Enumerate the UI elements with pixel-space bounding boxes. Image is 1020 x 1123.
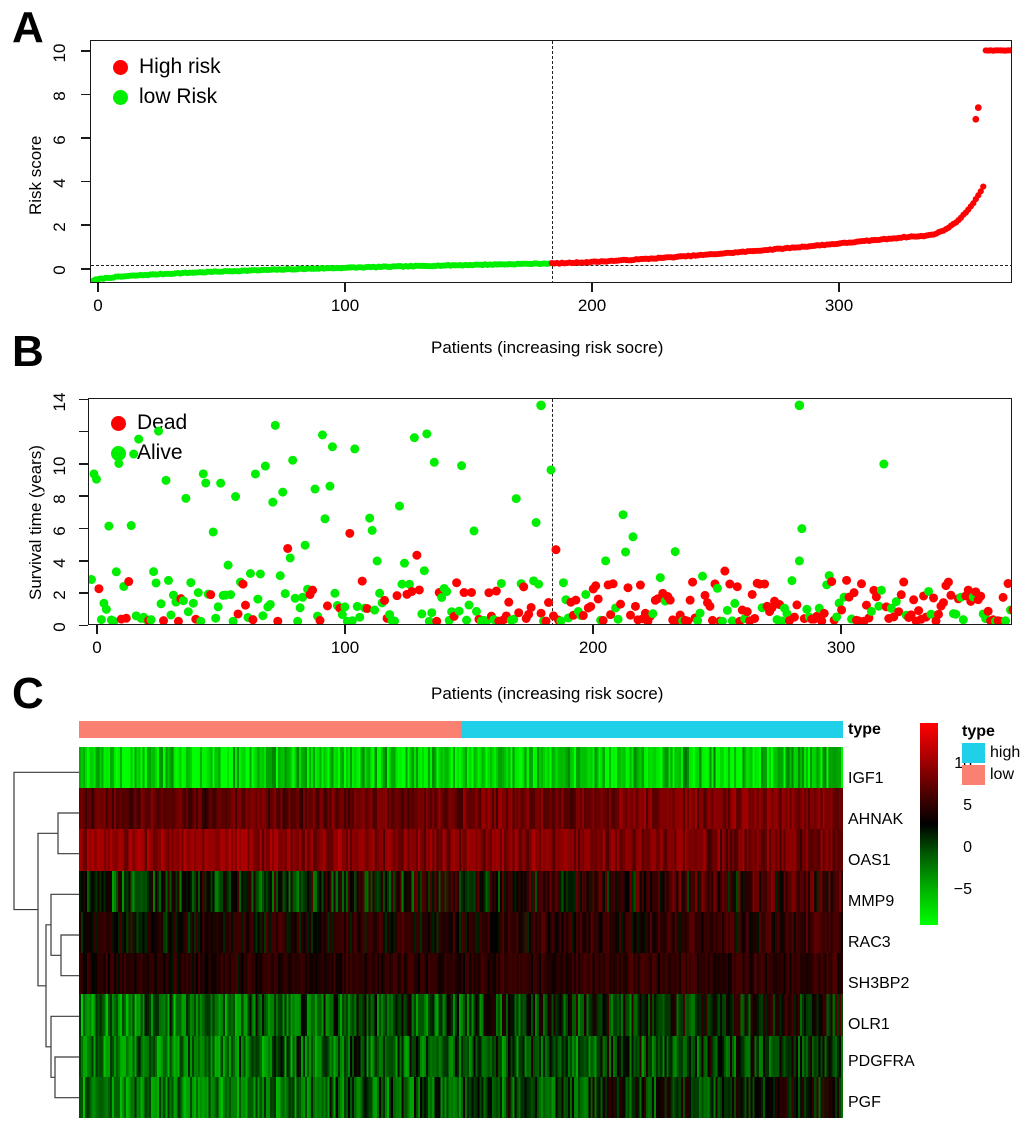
figure-canvas: A Risk score 0 2 4 6 8 10 High risk low …	[0, 0, 1020, 1123]
panel-a-xtick-mark-0	[97, 283, 99, 292]
heatmap-row-cells-mmp9	[79, 870, 843, 912]
annotation-segment-high	[461, 721, 843, 738]
panel-a-ytick-4: 4	[50, 178, 69, 188]
panel-b-ytick-mark-14	[79, 398, 88, 401]
heatmap-row-oas1	[79, 829, 843, 871]
panel-b-xtick-0: 0	[92, 638, 102, 657]
colorbar-tick-neg5: −5	[953, 881, 972, 898]
panel-b-ytick-mark-12	[79, 430, 88, 433]
heatmap-row-sh3bp2	[79, 953, 843, 995]
gene-label-pdgfra: PDGFRA	[848, 1053, 915, 1070]
gene-label-sh3bp2: SH3BP2	[848, 975, 910, 992]
panel-a-xtick-0: 0	[93, 296, 103, 315]
annotation-segment-low	[79, 721, 461, 738]
panel-b-ytick-6: 6	[50, 526, 69, 536]
panel-b-x-axis-title: Patients (increasing risk socre)	[431, 684, 664, 703]
panel-a-ytick-mark-6	[81, 137, 90, 139]
panel-a-x-axis-title: Patients (increasing risk socre)	[431, 338, 664, 357]
gene-label-rac3: RAC3	[848, 934, 891, 951]
panel-a-ytick-8: 8	[50, 91, 69, 101]
panel-a-xtick-300: 300	[824, 296, 854, 315]
panel-a-xtick-200: 200	[577, 296, 607, 315]
panel-b-ytick-4: 4	[50, 558, 69, 568]
gene-label-igf1: IGF1	[848, 770, 884, 787]
panel-b-y-axis-title: Survival time (years)	[26, 445, 45, 600]
heatmap-row-ahnak	[79, 788, 843, 830]
heatmap-row-pgf	[79, 1076, 843, 1118]
colorbar-tick-0: 0	[963, 839, 972, 856]
panel-b-ytick-mark-8	[79, 495, 88, 497]
column-annotation-bar	[79, 721, 843, 738]
panel-a-ytick-mark-8	[81, 93, 90, 96]
panel-label-a: A	[12, 3, 44, 52]
heatmap-row-pdgfra	[79, 1035, 843, 1077]
heatmap-row-cells-olr1	[79, 994, 843, 1036]
heatmap-row-cells-sh3bp2	[79, 953, 843, 995]
gene-label-olr1: OLR1	[848, 1016, 890, 1033]
panel-b-ytick-mark-6	[79, 527, 88, 530]
heatmap-row-rac3	[79, 911, 843, 954]
gene-label-pgf: PGF	[848, 1094, 881, 1111]
panel-a-xtick-mark-100	[344, 283, 346, 292]
panel-a-xtick-mark-300	[838, 283, 840, 292]
heatmap-row-cells-ahnak	[79, 788, 843, 830]
panel-b-xtick-200: 200	[578, 638, 608, 657]
colorbar-tick-5: 5	[963, 797, 972, 814]
panel-b-ytick-mark-2	[79, 592, 88, 594]
panel-a-ytick-mark-2	[81, 224, 90, 226]
panel-a-ytick-mark-4	[81, 180, 90, 183]
type-legend-swatch-low	[962, 765, 985, 785]
panel-b-xtick-mark-200	[592, 625, 594, 634]
panel-a-xtick-100: 100	[330, 296, 360, 315]
type-legend-swatch-high	[962, 743, 985, 763]
panel-a-ytick-6: 6	[50, 135, 69, 145]
heatmap-row-mmp9	[79, 870, 843, 912]
panel-a-plot-area: High risk low Risk	[90, 40, 1012, 283]
expression-colorbar	[920, 723, 938, 925]
panel-a-ytick-10: 10	[50, 43, 69, 63]
row-dendrogram	[13, 771, 80, 1099]
panel-a-ytick-0: 0	[50, 265, 69, 275]
heatmap-row-cells-pgf	[79, 1076, 843, 1118]
panel-b-ytick-mark-4	[79, 560, 88, 562]
type-legend-title: type	[962, 723, 995, 740]
heatmap-grid	[79, 747, 843, 1118]
panel-label-c: C	[12, 669, 44, 718]
panel-b-ytick-2: 2	[50, 590, 69, 600]
panel-b-ytick-8: 8	[50, 494, 69, 504]
annotation-bar-title: type	[848, 721, 881, 738]
heatmap-row-cells-pdgfra	[79, 1035, 843, 1077]
heatmap-row-cells-igf1	[79, 747, 843, 789]
panel-b-ytick-14: 14	[50, 392, 69, 412]
panel-b-xtick-mark-0	[96, 625, 98, 634]
panel-a-ytick-mark-0	[81, 268, 90, 270]
panel-b-plot-area: Dead Alive	[88, 398, 1012, 625]
gene-label-oas1: OAS1	[848, 852, 891, 869]
panel-b-xtick-mark-300	[840, 625, 842, 634]
heatmap-row-olr1	[79, 994, 843, 1036]
type-legend-label-low: low	[990, 766, 1015, 783]
heatmap-row-cells-oas1	[79, 829, 843, 871]
gene-label-ahnak: AHNAK	[848, 811, 904, 828]
panel-b-xtick-100: 100	[330, 638, 360, 657]
panel-b-ytick-10: 10	[50, 456, 69, 476]
panel-a-ytick-2: 2	[50, 222, 69, 232]
panel-b-points	[89, 400, 1011, 624]
panel-b-ytick-0: 0	[50, 622, 69, 632]
gene-label-mmp9: MMP9	[848, 893, 895, 910]
panel-a-ytick-mark-10	[81, 50, 90, 52]
panel-b-xtick-300: 300	[826, 638, 856, 657]
heatmap-row-igf1	[79, 747, 843, 789]
panel-a-points	[91, 47, 1011, 282]
panel-a-y-axis-title: Risk score	[26, 135, 45, 215]
panel-b-ytick-mark-0	[79, 624, 88, 627]
heatmap-row-cells-rac3	[79, 911, 843, 954]
type-legend-label-high: high	[990, 744, 1020, 761]
panel-label-b: B	[12, 327, 44, 376]
panel-a-xtick-mark-200	[591, 283, 593, 292]
panel-b-xtick-mark-100	[344, 625, 346, 634]
panel-b-ytick-mark-10	[79, 463, 88, 465]
